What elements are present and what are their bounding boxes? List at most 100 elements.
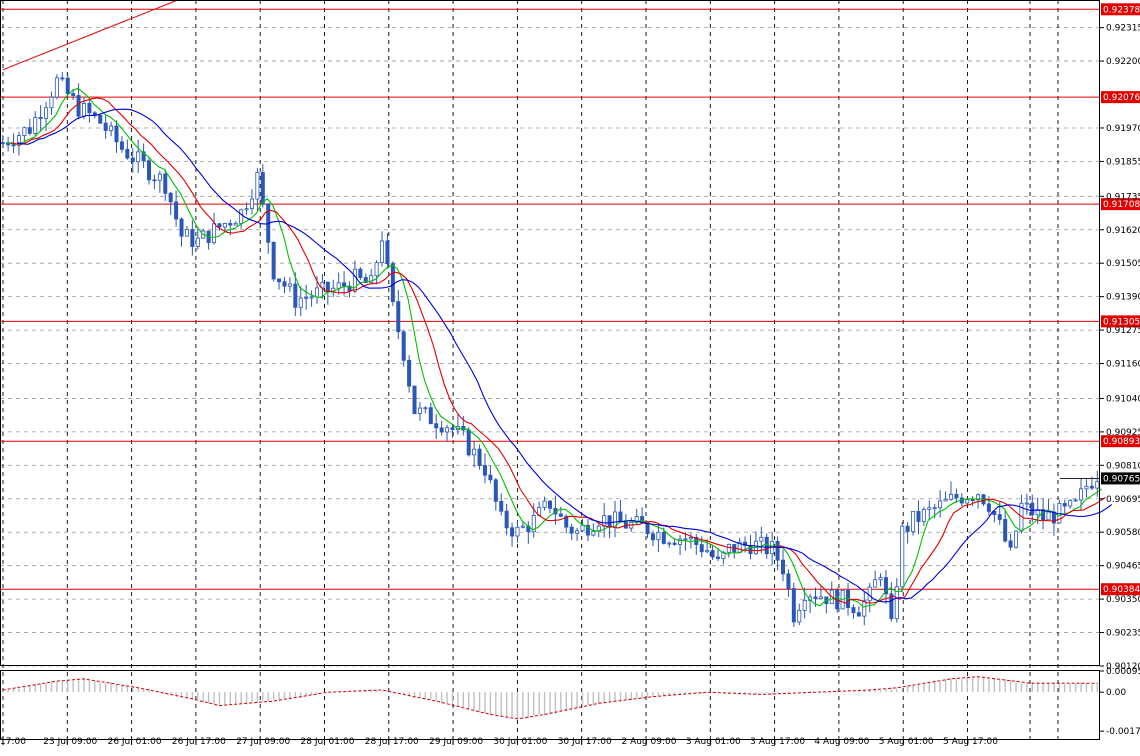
candle-body xyxy=(304,297,309,299)
candle-body xyxy=(271,241,276,280)
candle-body xyxy=(114,125,119,143)
candle-body xyxy=(781,559,786,575)
candle-body xyxy=(423,407,428,410)
price-tick-label: 0.91040 xyxy=(1106,394,1140,404)
candle-body xyxy=(1073,499,1078,502)
candle-body xyxy=(1079,488,1084,501)
candle-body xyxy=(965,499,970,504)
candle-body xyxy=(174,201,179,220)
trading-chart[interactable]: 0.923780.920760.917080.913050.908930.903… xyxy=(0,0,1140,756)
osc-tick-label: 0.00 xyxy=(1106,688,1126,698)
candle-body xyxy=(374,262,379,277)
price-tick-label: 0.90810 xyxy=(1106,461,1140,471)
time-tick-label: 2 Aug 09:00 xyxy=(622,737,677,747)
candle-body xyxy=(607,515,612,528)
candle-body xyxy=(147,160,152,181)
candle-body xyxy=(445,427,450,433)
candle-body xyxy=(11,144,16,147)
candle-body xyxy=(212,223,217,244)
price-tick-label: 0.90235 xyxy=(1106,629,1140,639)
candle-body xyxy=(927,507,932,510)
candle-body xyxy=(125,148,130,159)
candle-body xyxy=(748,544,753,555)
candle-body xyxy=(1089,485,1094,489)
candle-body xyxy=(76,95,81,117)
candle-body xyxy=(856,612,861,617)
candle-body xyxy=(705,550,710,553)
candle-body xyxy=(569,526,574,534)
time-tick-label: 29 Jul 09:00 xyxy=(429,737,483,747)
time-tick-label: 5 Aug 01:00 xyxy=(879,737,934,747)
price-tick-label: 0.91855 xyxy=(1106,157,1140,167)
candle-body xyxy=(287,283,292,287)
candle-body xyxy=(499,500,504,512)
candle-body xyxy=(650,533,655,541)
candle-body xyxy=(656,531,661,541)
price-panel-frame xyxy=(0,0,1100,666)
candle-body xyxy=(309,296,314,299)
candle-body xyxy=(667,542,672,545)
candle-body xyxy=(488,474,493,481)
candle-body xyxy=(710,550,715,558)
candle-body xyxy=(385,240,390,265)
candle-body xyxy=(878,577,883,581)
oscillator-panel: 0.000956 0.00 -0.00175 xyxy=(2,667,1140,737)
candle-body xyxy=(954,493,959,499)
candle-body xyxy=(688,537,693,540)
candle-body xyxy=(282,281,287,287)
price-tick-label: 0.90925 xyxy=(1106,428,1140,438)
candle-body xyxy=(233,222,238,226)
candle-body xyxy=(103,122,108,131)
candle-body xyxy=(683,538,688,541)
candle-body xyxy=(813,596,818,599)
candle-body xyxy=(1068,500,1073,507)
candle-body xyxy=(575,530,580,534)
candle-body xyxy=(678,538,683,545)
candle-body xyxy=(515,526,520,537)
candle-body xyxy=(661,531,666,544)
candle-body xyxy=(764,536,769,555)
candle-body xyxy=(239,209,244,224)
candle-body xyxy=(797,609,802,623)
candle-body xyxy=(44,107,49,119)
level-price-label: 0.92076 xyxy=(1103,93,1140,103)
candles xyxy=(0,72,1100,627)
candle-body xyxy=(726,544,731,553)
candle-body xyxy=(791,588,796,623)
candle-body xyxy=(1046,511,1051,521)
time-tick-label: 23 Jul 09:00 xyxy=(43,737,97,747)
candle-body xyxy=(65,77,70,94)
candle-body xyxy=(775,541,780,561)
candle-body xyxy=(49,96,54,109)
osc-tick-label: 0.000956 xyxy=(1106,667,1140,677)
candle-body xyxy=(618,511,623,523)
candle-body xyxy=(862,600,867,617)
candle-body xyxy=(314,287,319,298)
ma-mid-line xyxy=(10,97,1106,604)
candle-body xyxy=(602,515,607,527)
candle-body xyxy=(938,500,943,509)
candle-body xyxy=(60,77,65,80)
candle-body xyxy=(119,141,124,150)
candle-body xyxy=(293,283,298,308)
time-tick-label: 26 Jul 01:00 xyxy=(108,737,162,747)
price-tick-label: 0.92315 xyxy=(1106,24,1140,34)
candle-body xyxy=(482,465,487,476)
candle-body xyxy=(71,93,76,96)
candle-body xyxy=(407,359,412,387)
price-axis: 0.92315 0.92200 0.91970 0.91855 0.91735 0.916… xyxy=(1100,24,1140,672)
candle-body xyxy=(715,556,720,559)
candle-body xyxy=(1024,502,1029,505)
candle-body xyxy=(38,117,43,119)
candle-body xyxy=(358,268,363,278)
candle-body xyxy=(520,525,525,528)
price-grid xyxy=(0,0,1100,740)
candle-body xyxy=(1003,519,1008,542)
candle-body xyxy=(87,103,92,114)
time-tick-label: 3 Aug 01:00 xyxy=(686,737,741,747)
candle-body xyxy=(1014,530,1019,548)
candle-body xyxy=(260,172,265,205)
price-tick-label: 0.91390 xyxy=(1106,293,1140,303)
candle-body xyxy=(27,127,32,134)
horizontal-levels: 0.923780.920760.917080.913050.908930.903… xyxy=(0,0,1140,596)
